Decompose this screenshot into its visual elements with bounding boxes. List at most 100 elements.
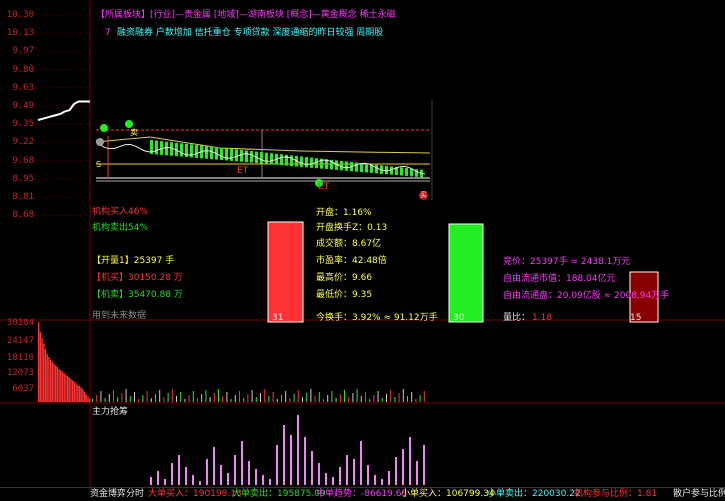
volume-tick	[264, 389, 266, 402]
volume-tick	[323, 399, 324, 402]
volume-tick	[423, 391, 425, 402]
volume-tick	[104, 398, 106, 402]
footer-bar: 资金博弈分时 大单买入：190198.13 大单卖出：195875.09 中单趋…	[0, 487, 725, 501]
bid-stat: 竞价：25397手 = 2438.1万元	[503, 257, 631, 267]
signal-bar	[305, 157, 308, 168]
signal-bar	[360, 163, 363, 173]
dde-bar	[416, 461, 418, 485]
float-cap-stat: 自由流通市值：188.04亿元	[503, 274, 616, 284]
volume-bar	[68, 377, 70, 402]
price-tick-label: 10.13	[6, 28, 34, 39]
dde-bar	[297, 415, 299, 485]
open-turnover-stat: 开盘换手Z：0.13	[316, 223, 388, 233]
volume-bar	[65, 374, 67, 402]
inst-sell-pct: 机构卖出54%	[92, 223, 149, 233]
volume-tick	[318, 392, 320, 402]
volume-bar	[80, 387, 82, 402]
volume-tick	[255, 397, 257, 402]
signal-bar	[195, 144, 198, 158]
price-tick-label: 9.80	[12, 64, 34, 75]
green-bar-label: 30	[453, 313, 465, 323]
price-line	[37, 100, 90, 122]
footer-retail-ratio: 散户参与比例：	[673, 489, 725, 499]
dde-bar	[255, 469, 257, 485]
volume-tick	[272, 392, 274, 402]
float-shares-stat: 自由流通盘：20.09亿股 ≈ 2008.94万手	[503, 291, 670, 301]
high-stat: 最高价：9.66	[316, 273, 373, 283]
price-tick-label: 8.95	[12, 173, 34, 184]
volume-tick	[386, 394, 387, 402]
volume-bar	[55, 365, 57, 402]
volume-tick	[155, 394, 156, 402]
dde-bar	[248, 461, 250, 485]
signal-bar	[340, 160, 343, 171]
volume-tick	[205, 390, 207, 402]
volume-bar	[75, 383, 77, 402]
dde-bar	[374, 475, 376, 485]
signal-bar	[280, 154, 283, 166]
volume-tick	[339, 394, 341, 402]
low-stat: 最低价：9.35	[316, 290, 373, 300]
dde-bar	[234, 455, 236, 485]
volume-bar	[56, 367, 59, 402]
dde-bar	[157, 471, 159, 485]
price-tick-label: 9.35	[12, 119, 34, 130]
today-turnover-stat: 今换手：3.92% ≈ 91.12万手	[316, 313, 438, 323]
volume-tick	[268, 396, 270, 402]
volume-tick	[407, 396, 408, 402]
signal-bar	[315, 158, 318, 169]
dde-bar	[402, 449, 404, 485]
volume-tick	[289, 398, 291, 402]
volume-tick	[243, 398, 245, 402]
volume-tick	[411, 392, 413, 402]
signal-dot	[96, 138, 104, 146]
volume-tick	[117, 397, 119, 402]
volume-tick	[390, 390, 392, 402]
dde-bar	[423, 445, 425, 485]
footer-mid-trend: 中单趋势：-86619.63	[316, 489, 408, 499]
signal-bar	[180, 143, 183, 157]
concept-index: 7	[105, 28, 111, 38]
volume-bar	[70, 378, 72, 402]
red-bar-label: 31	[272, 313, 284, 323]
volume-tick	[146, 391, 148, 402]
volume-tick	[197, 398, 198, 402]
volume-tick	[297, 390, 299, 402]
volume-tick	[96, 395, 98, 402]
signal-bar	[210, 146, 213, 160]
future-data-note: 用到未来数据	[92, 311, 147, 321]
volume-tick	[314, 396, 316, 402]
volume-tick	[302, 397, 303, 402]
volume-tick	[398, 393, 400, 402]
volume-bar	[85, 394, 87, 402]
signal-bar	[250, 151, 253, 163]
inst-buy-pct: 机构买入46%	[92, 207, 149, 217]
signal-bar	[405, 168, 408, 176]
volume-tick	[239, 391, 240, 402]
volume-bar	[60, 370, 62, 402]
dde-bar	[241, 441, 243, 485]
signal-bar	[260, 152, 263, 164]
volume-tick	[108, 394, 110, 402]
dde-bar	[220, 465, 222, 485]
signal-bar	[310, 157, 313, 168]
dde-bar	[276, 445, 278, 485]
volume-tick	[230, 399, 232, 402]
chart-canvas	[0, 0, 725, 487]
volume-tick	[415, 399, 417, 402]
volume-bar	[73, 381, 76, 402]
volume-tick	[352, 393, 354, 402]
volume-tick-label: 6037	[12, 384, 34, 394]
signal-bar	[265, 152, 268, 164]
volume-tick	[176, 396, 177, 402]
dde-bar	[360, 441, 362, 485]
volume-bar	[78, 385, 81, 402]
volume-bar	[48, 356, 50, 402]
dde-bar	[388, 471, 390, 485]
signal-bar	[375, 164, 378, 174]
dde-bar	[213, 447, 215, 485]
signal-bar	[270, 153, 273, 165]
dde-bar	[290, 435, 292, 485]
volume-tick	[251, 390, 253, 402]
volume-ratio-value: 1.18	[532, 313, 553, 323]
